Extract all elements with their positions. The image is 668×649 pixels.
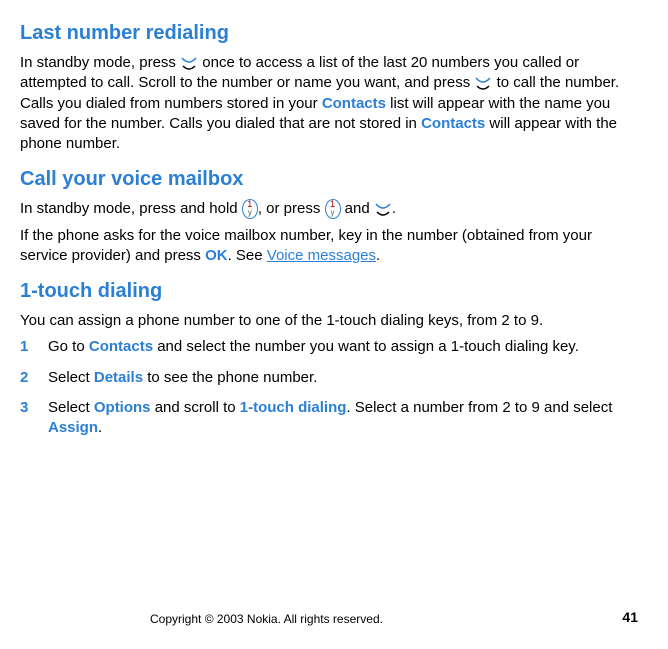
text: to see the phone number. (143, 369, 317, 386)
term-details: Details (94, 369, 143, 386)
list-item: 3 Select Options and scroll to 1-touch d… (20, 398, 638, 439)
paragraph-redial: In standby mode, press once to access a … (20, 53, 638, 154)
term-ok: OK (205, 247, 228, 264)
link-voice-messages[interactable]: Voice messages (267, 247, 376, 264)
paragraph-onetouch-intro: You can assign a phone number to one of … (20, 311, 638, 331)
term-assign: Assign (48, 419, 98, 436)
term-options: Options (94, 399, 151, 416)
heading-call-voice-mailbox: Call your voice mailbox (20, 166, 638, 193)
call-key-icon (180, 56, 198, 70)
key-1-icon: 1y (242, 199, 258, 219)
paragraph-voicemail-1: In standby mode, press and hold 1y, or p… (20, 199, 638, 219)
term-contacts: Contacts (322, 95, 386, 112)
text: Go to (48, 338, 89, 355)
text: and select the number you want to assign… (153, 338, 579, 355)
text: . (392, 200, 396, 217)
text: In standby mode, press and hold (20, 200, 242, 217)
list-item: 2 Select Details to see the phone number… (20, 368, 638, 388)
text: and scroll to (151, 399, 240, 416)
step-number: 2 (20, 368, 28, 388)
paragraph-voicemail-2: If the phone asks for the voice mailbox … (20, 226, 638, 267)
call-key-icon (374, 202, 392, 216)
heading-1-touch-dialing: 1-touch dialing (20, 278, 638, 305)
text: Select (48, 369, 94, 386)
heading-last-number-redialing: Last number redialing (20, 20, 638, 47)
text: , or press (258, 200, 325, 217)
term-contacts: Contacts (421, 115, 485, 132)
text: . (376, 247, 380, 264)
term-contacts: Contacts (89, 338, 153, 355)
text: Select (48, 399, 94, 416)
page-footer: Copyright © 2003 Nokia. All rights reser… (0, 608, 638, 627)
call-key-icon (474, 76, 492, 90)
page-number: 41 (622, 608, 638, 627)
text: . (98, 419, 102, 436)
step-number: 1 (20, 337, 28, 357)
step-number: 3 (20, 398, 28, 418)
text: and (341, 200, 374, 217)
text: In standby mode, press (20, 54, 180, 71)
copyright-text: Copyright © 2003 Nokia. All rights reser… (150, 611, 383, 627)
text: . See (228, 247, 267, 264)
steps-list: 1 Go to Contacts and select the number y… (20, 337, 638, 438)
list-item: 1 Go to Contacts and select the number y… (20, 337, 638, 357)
key-bot: y (243, 209, 257, 217)
key-bot: y (326, 209, 340, 217)
text: . Select a number from 2 to 9 and select (346, 399, 612, 416)
key-1-icon: 1y (325, 199, 341, 219)
term-1-touch-dialing: 1-touch dialing (240, 399, 347, 416)
